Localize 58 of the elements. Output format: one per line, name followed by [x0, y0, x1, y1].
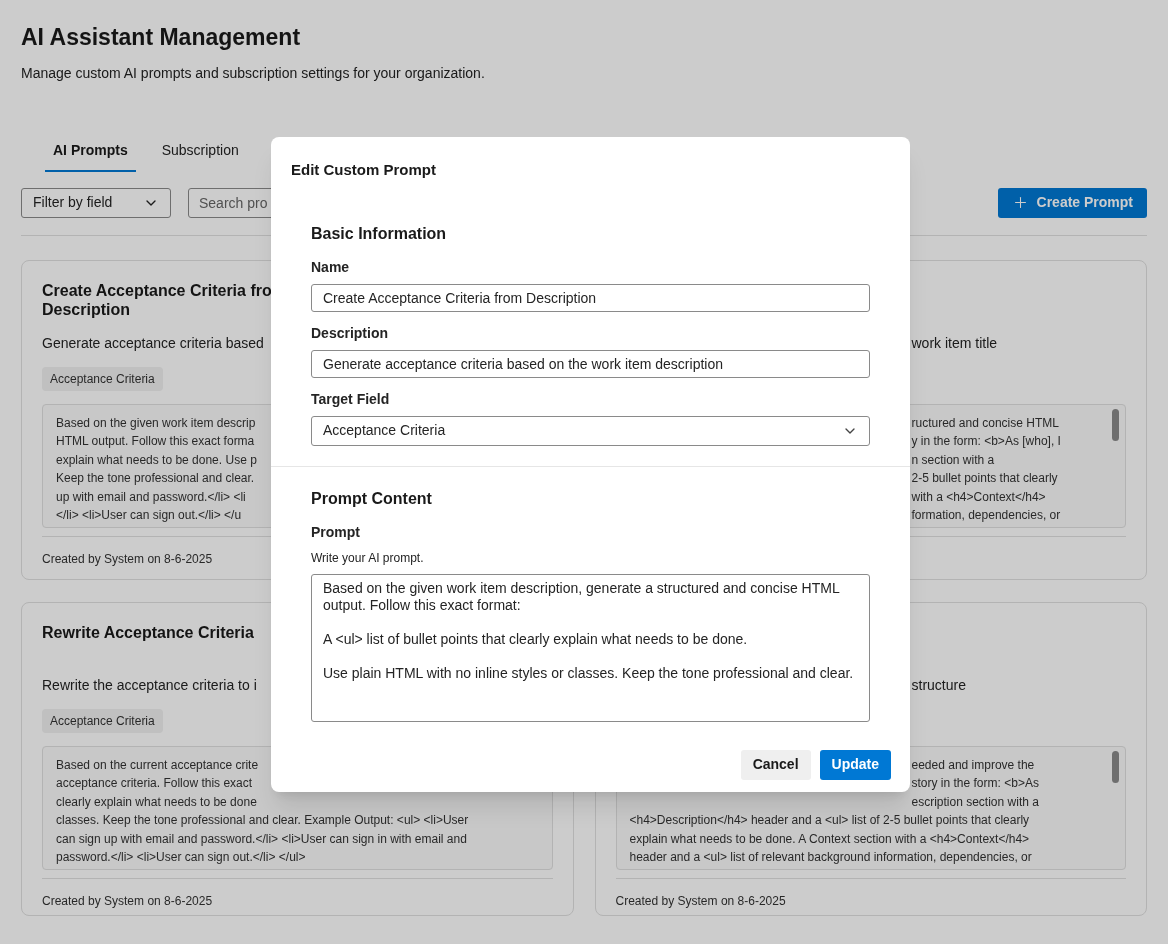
preview-line: story in the form: <b>As — [911, 775, 1039, 792]
preview-line: acceptance criteria. Follow this exact — [56, 775, 253, 792]
field-label: Name — [311, 257, 350, 277]
text-input[interactable]: Generate acceptance criteria based on the work item description — [311, 349, 870, 378]
preview-line: explain what needs to be done. Use p — [56, 451, 257, 469]
page-title: AI Assistant Management — [21, 23, 301, 52]
field-label: Target Field — [311, 389, 390, 409]
preview-line: n section with a — [911, 451, 995, 469]
scrollbar-thumb — [1112, 750, 1119, 783]
text-input[interactable]: Create Acceptance Criteria from Description — [311, 283, 870, 312]
preview-line: <h4>Description</h4> header and a <ul> list of 2-5 bullet points that clearly — [629, 812, 1030, 829]
card-title: Description — [42, 299, 130, 319]
preview-line: Based on the given work item descrip — [56, 414, 256, 432]
card-title: Rewrite Acceptance Criteria — [42, 622, 254, 642]
preview-line: header and a <ul> list of relevant background information, dependencies, or — [629, 849, 1032, 866]
field-tag: Acceptance Criteria — [42, 708, 163, 733]
preview-line: eeded and improve the — [911, 756, 1035, 774]
card-footer-text: Created by System on 8-6-2025 — [615, 892, 786, 910]
card-description: work item title — [911, 333, 998, 353]
preview-line: explain what needs to be done. A Context section with a <h4>Context</h4> — [629, 830, 1030, 848]
filter-dropdown[interactable]: Filter by field — [21, 187, 171, 218]
create-prompt-button[interactable]: Create Prompt — [997, 187, 1147, 218]
field-label: Prompt — [311, 522, 360, 542]
select-dropdown[interactable]: Acceptance Criteria — [311, 415, 870, 446]
tab[interactable]: Subscription — [153, 139, 247, 172]
card-title: Create Acceptance Criteria fro — [42, 280, 272, 300]
dialog-button[interactable]: Cancel — [740, 749, 811, 780]
card-description: structure — [911, 675, 966, 695]
preview-line: y in the form: <b>As [who], I — [911, 433, 1061, 450]
card-footer-text: Created by System on 8-6-2025 — [42, 892, 213, 910]
preview-line: formation, dependencies, or — [911, 507, 1061, 524]
card-footer-text: Created by System on 8-6-2025 — [42, 550, 213, 568]
preview-line: 2-5 bullet points that clearly — [911, 470, 1058, 487]
section-heading: Prompt Content — [311, 488, 432, 509]
tab[interactable]: AI Prompts — [45, 139, 136, 172]
field-hint: Write your AI prompt. — [311, 549, 424, 567]
card-description: Rewrite the acceptance criteria to i — [42, 675, 257, 695]
dialog-button[interactable]: Update — [819, 749, 891, 780]
preview-line: escription section with a — [911, 793, 1039, 811]
preview-line: up with email and password.</li> <li — [56, 488, 246, 506]
field-tag: Acceptance Criteria — [42, 366, 163, 391]
dialog-title: Edit Custom Prompt — [291, 160, 436, 180]
preview-line: clearly explain what needs to be done — [56, 793, 257, 811]
preview-line: classes. Keep the tone professional and clear. Example Output: <ul> <li>User — [56, 812, 469, 829]
preview-line: ructured and concise HTML — [911, 414, 1059, 432]
preview-line: with a <h4>Context</h4> — [911, 488, 1046, 506]
page-subtitle: Manage custom AI prompts and subscription settings for your organization. — [21, 63, 485, 83]
preview-line: Keep the tone professional and clear. — [56, 470, 255, 487]
section-heading: Basic Information — [311, 223, 447, 244]
prompt-textarea[interactable]: Based on the given work item description, generate a structured and concise HTML output. Follow this exact format: A <ul> list of bullet points that clearly explain what needs to be done. Use plain HTML with no inline styles or classes. Keep the tone professional and clear. — [311, 573, 870, 722]
preview-line: password.</li> <li>User can sign out.</li> </ul> — [56, 849, 306, 866]
preview-line: HTML output. Follow this exact forma — [56, 433, 255, 450]
preview-line: Based on the current acceptance crite — [56, 756, 259, 774]
card-description: Generate acceptance criteria based — [42, 333, 264, 353]
scrollbar-thumb — [1112, 408, 1119, 441]
preview-line: </li> <li>User can sign out.</li> </u — [56, 507, 242, 524]
preview-line: can sign up with email and password.</li> <li>User can sign in with email and — [56, 830, 467, 848]
field-label: Description — [311, 323, 388, 343]
